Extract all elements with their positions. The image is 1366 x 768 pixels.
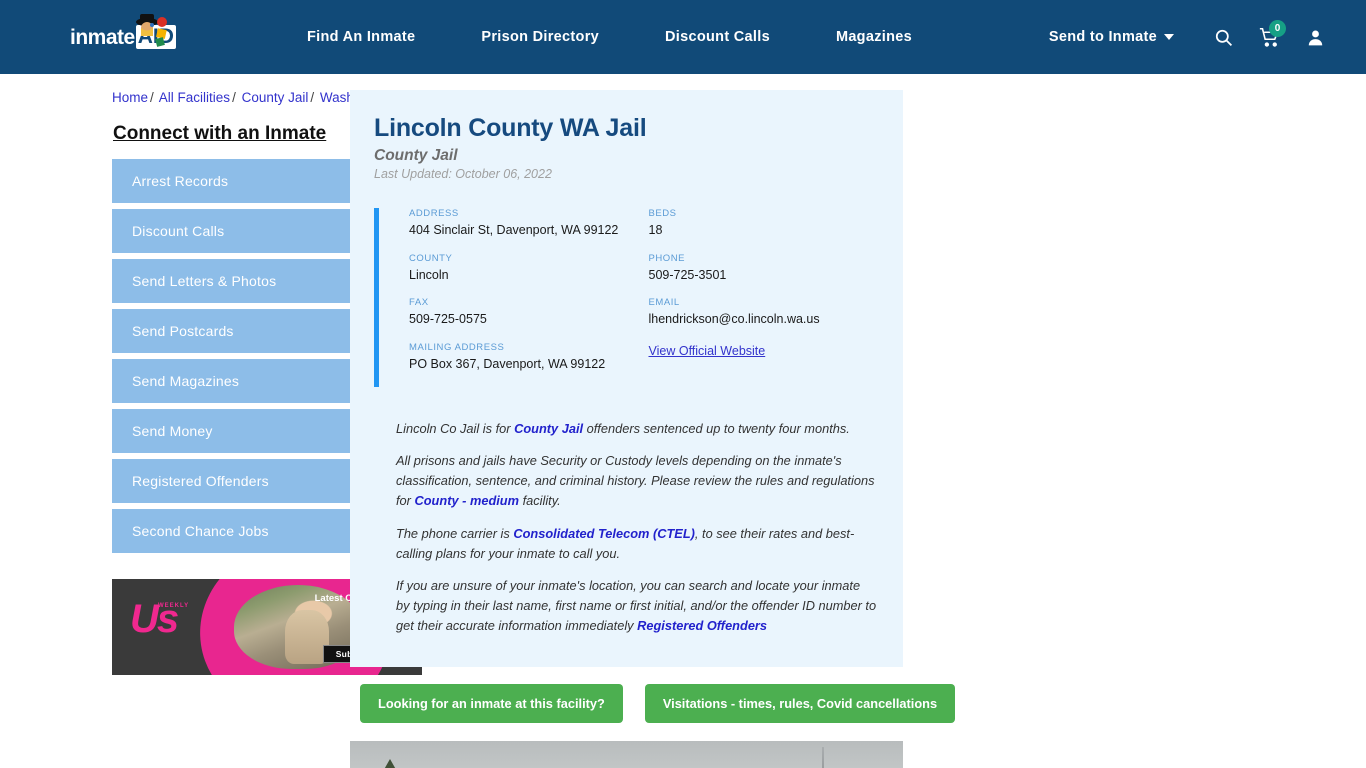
sidebar-item-label: Send Magazines bbox=[112, 373, 239, 389]
nav-item-magazines[interactable]: Magazines bbox=[803, 29, 945, 45]
detail-email: EMAIL lhendrickson@co.lincoln.wa.us bbox=[649, 297, 880, 328]
breadcrumb-separator: / bbox=[310, 90, 314, 105]
breadcrumb-item-home[interactable]: Home bbox=[112, 90, 148, 105]
breadcrumb-separator: / bbox=[232, 90, 236, 105]
ad-brand-subtitle: WEEKLY bbox=[158, 603, 189, 609]
detail-label: EMAIL bbox=[649, 297, 880, 308]
detail-value: lhendrickson@co.lincoln.wa.us bbox=[649, 312, 880, 328]
detail-value: 509-725-0575 bbox=[409, 312, 640, 328]
detail-mailing-address: MAILING ADDRESS PO Box 367, Davenport, W… bbox=[409, 342, 640, 373]
nav-item-discount-calls[interactable]: Discount Calls bbox=[632, 29, 803, 45]
visitations-button[interactable]: Visitations - times, rules, Covid cancel… bbox=[645, 684, 955, 723]
sidebar-item-label: Second Chance Jobs bbox=[112, 523, 269, 539]
description-paragraph-4: If you are unsure of your inmate's locat… bbox=[396, 576, 877, 635]
account-button[interactable] bbox=[1292, 17, 1338, 57]
details-column-left: ADDRESS 404 Sinclair St, Davenport, WA 9… bbox=[409, 208, 640, 387]
detail-county: COUNTY Lincoln bbox=[409, 253, 640, 284]
sidebar-item-label: Send Letters & Photos bbox=[112, 273, 276, 289]
breadcrumb-item-all-facilities[interactable]: All Facilities bbox=[159, 90, 230, 105]
detail-phone: PHONE 509-725-3501 bbox=[649, 253, 880, 284]
page-body: Home/ All Facilities/ County Jail/ Washi… bbox=[0, 74, 1366, 768]
last-updated-text: Last Updated: October 06, 2022 bbox=[374, 167, 879, 181]
breadcrumb-separator: / bbox=[150, 90, 154, 105]
desc-text: Lincoln Co Jail is for bbox=[396, 421, 514, 436]
detail-label: BEDS bbox=[649, 208, 880, 219]
breadcrumb-item-county-jail[interactable]: County Jail bbox=[242, 90, 309, 105]
nav-item-prison-directory[interactable]: Prison Directory bbox=[448, 29, 632, 45]
view-official-website-link[interactable]: View Official Website bbox=[649, 344, 766, 358]
chevron-down-icon bbox=[1164, 34, 1174, 40]
detail-label: MAILING ADDRESS bbox=[409, 342, 640, 353]
search-icon bbox=[1214, 28, 1233, 47]
site-logo[interactable]: inmate AID bbox=[70, 15, 190, 59]
county-jail-link[interactable]: County Jail bbox=[514, 421, 583, 436]
cart-count-badge: 0 bbox=[1269, 20, 1286, 37]
action-buttons: Looking for an inmate at this facility? … bbox=[350, 684, 903, 723]
facility-exterior-photo bbox=[350, 741, 903, 768]
detail-value: Lincoln bbox=[409, 268, 640, 284]
user-account-icon bbox=[1306, 28, 1325, 47]
nav-item-find-an-inmate[interactable]: Find An Inmate bbox=[274, 29, 448, 45]
detail-value: 18 bbox=[649, 223, 880, 239]
header-actions: Send to Inmate 0 bbox=[1039, 17, 1338, 57]
inmateaid-mascot-icon bbox=[128, 13, 172, 57]
desc-text: offenders sentenced up to twenty four mo… bbox=[583, 421, 850, 436]
sidebar-menu: Arrest Records Discount Calls Send Lette… bbox=[112, 159, 340, 553]
breadcrumb: Home/ All Facilities/ County Jail/ Washi… bbox=[112, 90, 340, 105]
desc-text: The phone carrier is bbox=[396, 526, 513, 541]
detail-value: 509-725-3501 bbox=[649, 268, 880, 284]
detail-label: ADDRESS bbox=[409, 208, 640, 219]
detail-value: PO Box 367, Davenport, WA 99122 bbox=[409, 357, 640, 373]
main-column: Lincoln County WA Jail County Jail Last … bbox=[350, 90, 903, 768]
page-title: Lincoln County WA Jail bbox=[374, 114, 879, 143]
sidebar-item-label: Arrest Records bbox=[112, 173, 228, 189]
detail-label: COUNTY bbox=[409, 253, 640, 264]
detail-value: 404 Sinclair St, Davenport, WA 99122 bbox=[409, 223, 640, 239]
official-website-block: View Official Website bbox=[649, 342, 880, 360]
sidebar-item-label: Send Postcards bbox=[112, 323, 234, 339]
photo-tree bbox=[370, 759, 410, 768]
search-button[interactable] bbox=[1200, 17, 1246, 57]
sidebar-item-label: Registered Offenders bbox=[112, 473, 269, 489]
sidebar-item-label: Discount Calls bbox=[112, 223, 224, 239]
details-column-right: BEDS 18 PHONE 509-725-3501 EMAIL lhendri… bbox=[640, 208, 880, 387]
facility-description: Lincoln Co Jail is for County Jail offen… bbox=[374, 419, 879, 636]
detail-beds: BEDS 18 bbox=[649, 208, 880, 239]
detail-label: PHONE bbox=[649, 253, 880, 264]
description-paragraph-1: Lincoln Co Jail is for County Jail offen… bbox=[396, 419, 877, 439]
send-to-inmate-label: Send to Inmate bbox=[1049, 29, 1157, 45]
sidebar-title: Connect with an Inmate bbox=[113, 123, 326, 145]
detail-fax: FAX 509-725-0575 bbox=[409, 297, 640, 328]
description-paragraph-3: The phone carrier is Consolidated Teleco… bbox=[396, 524, 877, 564]
registered-offenders-link[interactable]: Registered Offenders bbox=[637, 618, 767, 633]
cart-button[interactable]: 0 bbox=[1246, 17, 1292, 57]
detail-address: ADDRESS 404 Sinclair St, Davenport, WA 9… bbox=[409, 208, 640, 239]
detail-label: FAX bbox=[409, 297, 640, 308]
description-paragraph-2: All prisons and jails have Security or C… bbox=[396, 451, 877, 510]
county-medium-link[interactable]: County - medium bbox=[415, 493, 520, 508]
facility-info-card: Lincoln County WA Jail County Jail Last … bbox=[350, 90, 903, 667]
photo-antenna-mast bbox=[822, 747, 824, 768]
find-inmate-button[interactable]: Looking for an inmate at this facility? bbox=[360, 684, 623, 723]
facility-details-grid: ADDRESS 404 Sinclair St, Davenport, WA 9… bbox=[374, 208, 879, 387]
sidebar-item-label: Send Money bbox=[112, 423, 213, 439]
logo-text: inmate bbox=[70, 27, 135, 48]
desc-text: facility. bbox=[519, 493, 561, 508]
left-column: Home/ All Facilities/ County Jail/ Washi… bbox=[0, 90, 340, 768]
send-to-inmate-dropdown[interactable]: Send to Inmate bbox=[1039, 29, 1200, 45]
site-header: inmate AID Find An Inmate Prison Directo… bbox=[0, 0, 1366, 74]
facility-type: County Jail bbox=[374, 147, 879, 165]
phone-carrier-link[interactable]: Consolidated Telecom (CTEL) bbox=[513, 526, 695, 541]
main-navigation: Find An Inmate Prison Directory Discount… bbox=[274, 29, 945, 45]
